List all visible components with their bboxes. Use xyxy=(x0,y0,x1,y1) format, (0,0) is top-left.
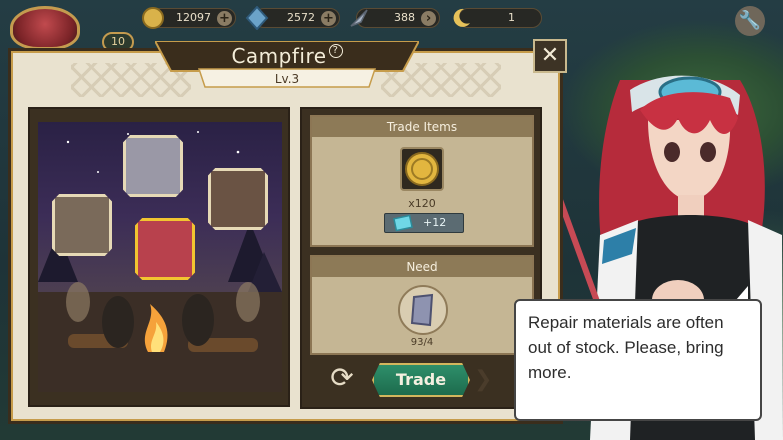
speech-bubble: Repair materials are often out of stock.… xyxy=(514,299,762,421)
title-plate: Campfire? Lv.3 xyxy=(155,41,419,101)
bonus-value: +12 xyxy=(423,216,447,229)
feather-icon xyxy=(350,9,368,27)
required-count: 93/4 xyxy=(410,337,434,348)
top-resource-bar: 10 12097 + 2572 + 388 › 1 🔧 xyxy=(0,0,783,52)
need-header: Need xyxy=(312,257,532,277)
trade-items-header: Trade Items xyxy=(312,117,532,137)
gold-resource: 12097 + xyxy=(142,7,236,29)
bonus-badge: +12 xyxy=(384,213,464,233)
reward-count: x120 xyxy=(408,197,436,210)
moon-resource: 1 xyxy=(453,8,542,28)
wrench-icon[interactable]: 🔧 xyxy=(735,6,765,36)
gold-coin-icon xyxy=(405,152,439,186)
moon-value: 1 xyxy=(508,11,515,24)
gold-coin-icon xyxy=(142,7,164,29)
need-panel: Need 93/4 xyxy=(310,255,534,355)
crystal-resource: 2572 + xyxy=(245,6,340,30)
portrait-silver-hair[interactable] xyxy=(123,135,183,197)
moon-icon xyxy=(453,8,470,27)
blue-crystal-icon xyxy=(245,6,269,30)
required-item-slot[interactable] xyxy=(398,285,448,335)
close-button[interactable]: ✕ xyxy=(533,39,567,73)
close-icon: ✕ xyxy=(540,43,560,68)
repair-material-icon xyxy=(410,293,434,327)
trade-items-panel: Trade Items x120 +12 xyxy=(310,115,534,247)
portrait-dark-hair-man[interactable] xyxy=(52,194,112,256)
trade-button[interactable]: Trade xyxy=(372,363,470,397)
refresh-button[interactable]: ⟳ xyxy=(325,362,359,396)
building-level: Lv.3 xyxy=(274,72,300,86)
add-gold-button[interactable]: + xyxy=(217,11,232,26)
portrait-red-hair-selected[interactable] xyxy=(135,218,195,280)
add-crystal-button[interactable]: + xyxy=(321,11,336,26)
speech-text: Repair materials are often out of stock.… xyxy=(528,313,724,382)
portrait-brown-hair[interactable] xyxy=(208,168,268,230)
ticket-icon xyxy=(393,214,413,232)
dialog-title: Campfire xyxy=(231,44,327,68)
refresh-icon: ⟳ xyxy=(330,361,354,394)
feather-value: 388 xyxy=(394,11,415,24)
dialog-title-row: Campfire? xyxy=(155,44,419,68)
feather-resource: 388 › xyxy=(350,8,440,28)
gold-value: 12097 xyxy=(176,11,211,24)
speech-bubble-tail xyxy=(736,286,748,300)
help-icon[interactable]: ? xyxy=(328,44,343,58)
player-avatar[interactable] xyxy=(10,6,80,50)
crystal-value: 2572 xyxy=(287,11,315,24)
reward-item-slot[interactable] xyxy=(400,147,444,191)
feather-arrow-button[interactable]: › xyxy=(421,11,436,26)
deco-arrow-right: ❯ xyxy=(474,367,493,392)
